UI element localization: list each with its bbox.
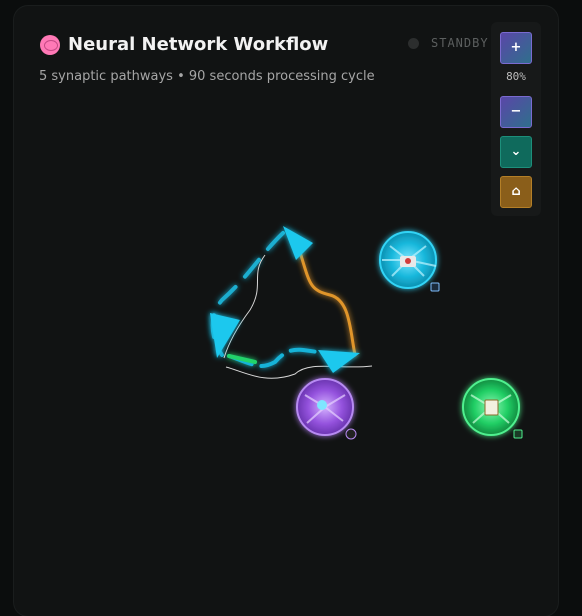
pathway-white-left (223, 254, 266, 359)
synaptic-pathways (210, 231, 357, 368)
film-icon (430, 282, 440, 292)
arrowhead-bottom (318, 350, 360, 373)
clipboard-node[interactable] (462, 378, 523, 439)
search-node[interactable] (296, 378, 357, 440)
pathway-white-bottom (225, 365, 373, 379)
arrowhead-top (283, 226, 313, 260)
note-icon (513, 429, 523, 439)
magnifier-icon (345, 428, 357, 440)
pathway-orange (298, 250, 357, 357)
clipboard-icon (484, 399, 499, 416)
arrowhead-left (210, 313, 240, 358)
camera-node[interactable] (379, 231, 440, 292)
search-icon (317, 400, 327, 410)
network-canvas (210, 226, 523, 440)
